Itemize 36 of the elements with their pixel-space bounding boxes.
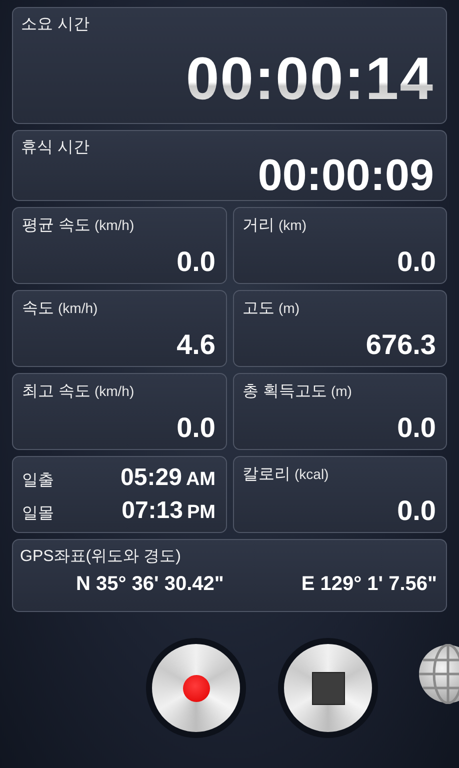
stat-value: 0.0 <box>397 414 436 442</box>
gps-label: GPS좌표(위도와 경도) <box>20 547 182 567</box>
stat-value: 0.0 <box>176 414 216 442</box>
stop-icon <box>312 672 344 704</box>
stat-label: 칼로리 <box>242 465 290 485</box>
unit-label: (km) <box>278 217 306 233</box>
stat-label: 최고 속도 <box>22 382 90 402</box>
latitude-value: N 35° 36' 30.42" <box>76 573 224 596</box>
unit-label: (km/h) <box>94 383 134 399</box>
stat-label: 총 획득고도 <box>242 382 327 402</box>
unit-label: (m) <box>278 300 300 316</box>
unit-label: (km/h) <box>94 217 134 233</box>
longitude-value: E 129° 1' 7.56" <box>301 573 437 596</box>
stat-label: 고도 <box>242 299 274 319</box>
sun-time-value: 07:13 <box>122 497 183 526</box>
unit-label: (km/h) <box>58 300 98 316</box>
stat-value: 0.0 <box>176 248 216 276</box>
sun-time-label: 일몰 <box>22 504 55 524</box>
stat-value: 0.0 <box>397 248 436 276</box>
sun-time-value: 05:29 <box>120 464 182 492</box>
stat-label: 평균 속도 <box>22 216 90 236</box>
stat-value: 676.3 <box>366 331 436 359</box>
sun-time-label: 일출 <box>22 470 55 491</box>
stat-value: 0.0 <box>397 497 436 525</box>
unit-label: (kcal) <box>294 466 329 482</box>
stat-label: 거리 <box>242 216 274 236</box>
globe-icon[interactable] <box>418 644 459 704</box>
period-label: AM <box>186 468 216 491</box>
period-label: PM <box>187 502 216 524</box>
rest-time-value: 00:00:09 <box>258 154 434 198</box>
record-icon <box>182 674 210 702</box>
stat-label: 속도 <box>22 299 54 319</box>
unit-label: (m) <box>330 383 352 399</box>
rest-time-label: 휴식 시간 <box>21 138 90 158</box>
elapsed-time-label: 소요 시간 <box>21 15 90 35</box>
stat-value: 4.6 <box>176 331 216 359</box>
